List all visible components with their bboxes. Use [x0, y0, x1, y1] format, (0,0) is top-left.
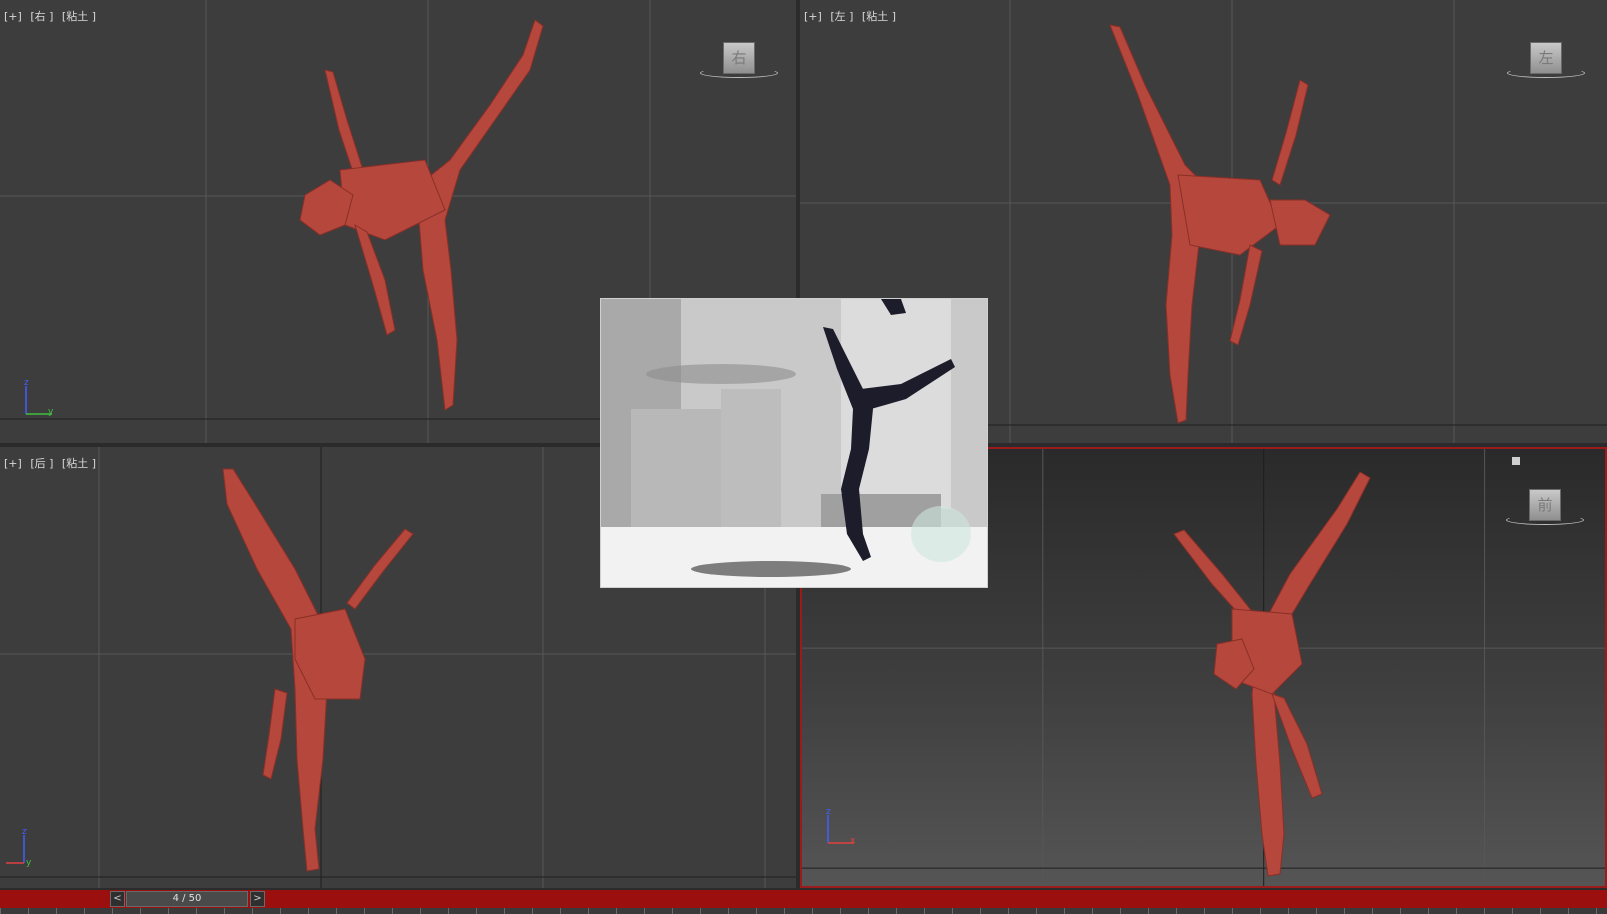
viewcube[interactable]: 前	[1504, 489, 1584, 533]
view-name-menu[interactable]: [左 ]	[830, 10, 853, 23]
viewcube-ring[interactable]	[1507, 68, 1585, 78]
view-name-menu[interactable]: [右 ]	[30, 10, 53, 23]
time-slider-bar: < 4 / 50 >	[0, 890, 1607, 908]
viewport-label: [+] [左 ] [粘土 ]	[804, 8, 901, 24]
viewport-plus-menu[interactable]: [+]	[4, 10, 22, 23]
track-bar[interactable]	[0, 908, 1607, 914]
viewcube-ring[interactable]	[700, 68, 778, 78]
viewport-label: [+] [后 ] [粘土 ]	[4, 455, 101, 471]
home-icon[interactable]	[1512, 457, 1520, 465]
axis-tripod: z x	[826, 809, 856, 846]
axis-z-label: z	[826, 809, 831, 817]
viewcube[interactable]: 左	[1505, 42, 1585, 86]
shading-menu[interactable]: [粘土 ]	[62, 457, 96, 470]
axis-z-label: z	[22, 827, 27, 837]
viewcube[interactable]: 右	[698, 42, 778, 86]
time-slider[interactable]: 4 / 50	[126, 891, 248, 907]
shading-menu[interactable]: [粘土 ]	[862, 10, 896, 23]
axis-tripod: z y	[24, 380, 54, 417]
viewport-label: [+] [右 ] [粘土 ]	[4, 8, 101, 24]
previous-frame-button[interactable]: <	[110, 891, 125, 907]
character-model[interactable]	[285, 10, 565, 420]
axis-y-label: y	[26, 858, 32, 867]
shading-menu[interactable]: [粘土 ]	[62, 10, 96, 23]
axis-tripod: z y	[6, 827, 32, 867]
viewport-plus-menu[interactable]: [+]	[4, 457, 22, 470]
viewport-plus-menu[interactable]: [+]	[804, 10, 822, 23]
next-frame-button[interactable]: >	[250, 891, 265, 907]
axis-x-label: x	[850, 836, 856, 846]
character-model[interactable]	[1162, 464, 1382, 884]
reference-photo	[601, 299, 987, 587]
frame-counter: 4 / 50	[172, 893, 202, 904]
character-model[interactable]	[1100, 15, 1370, 425]
axis-y-label: y	[48, 407, 54, 417]
view-name-menu[interactable]: [后 ]	[30, 457, 53, 470]
character-model[interactable]	[215, 459, 435, 879]
viewcube-ring[interactable]	[1506, 515, 1584, 525]
axis-z-label: z	[24, 380, 29, 388]
reference-image-window[interactable]	[600, 298, 988, 588]
